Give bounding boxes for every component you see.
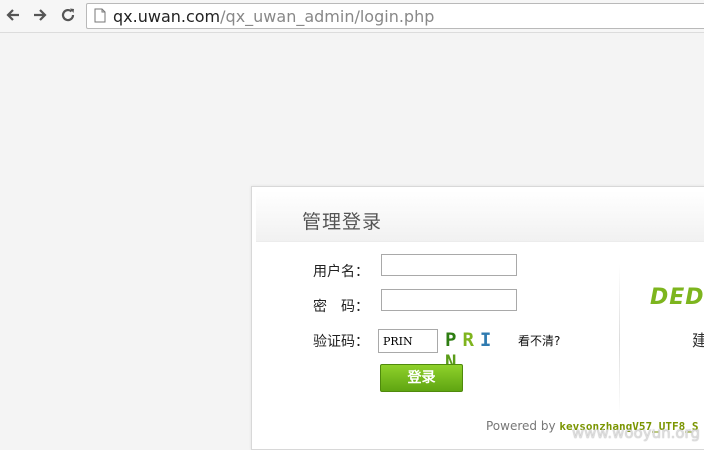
- captcha-image[interactable]: PRIN: [445, 329, 513, 373]
- back-arrow-icon: [6, 9, 19, 21]
- captcha-char: P: [445, 329, 463, 351]
- username-input[interactable]: [381, 254, 517, 276]
- forward-arrow-icon: [34, 9, 47, 21]
- address-bar[interactable]: qx.uwan.com/qx_uwan_admin/login.php: [86, 3, 704, 29]
- page-title: 管理登录: [302, 211, 383, 233]
- login-panel: 管理登录 用户名： 密 码： 验证码： PRIN 看不清? 登录 DED 建 P…: [251, 186, 704, 450]
- captcha-char: I: [479, 329, 498, 351]
- url-path: /qx_uwan_admin/login.php: [220, 7, 435, 26]
- powered-prefix: Powered by: [486, 419, 560, 433]
- login-button[interactable]: 登录: [380, 364, 463, 392]
- header-divider: [256, 241, 704, 242]
- page-icon: [94, 8, 106, 23]
- reload-icon: [61, 8, 75, 22]
- brand-logo: DED: [650, 285, 704, 310]
- back-button[interactable]: [2, 4, 24, 26]
- captcha-refresh-link[interactable]: 看不清?: [518, 332, 560, 349]
- username-label: 用户名：: [313, 264, 369, 280]
- login-panel-header: 管理登录: [256, 191, 704, 241]
- forward-button[interactable]: [29, 4, 51, 26]
- url-host: qx.uwan.com: [113, 7, 221, 26]
- reload-button[interactable]: [57, 4, 79, 26]
- browser-toolbar: qx.uwan.com/qx_uwan_admin/login.php: [0, 0, 704, 33]
- password-input[interactable]: [381, 289, 517, 311]
- captcha-char: R: [462, 329, 480, 351]
- brand-text: 建: [692, 331, 704, 350]
- url-text: qx.uwan.com/qx_uwan_admin/login.php: [113, 7, 434, 26]
- vertical-divider: [619, 265, 620, 415]
- captcha-label: 验证码：: [313, 334, 369, 350]
- captcha-input[interactable]: [378, 329, 438, 353]
- watermark: www.wooyun.org: [571, 424, 700, 442]
- password-label: 密 码：: [313, 299, 369, 315]
